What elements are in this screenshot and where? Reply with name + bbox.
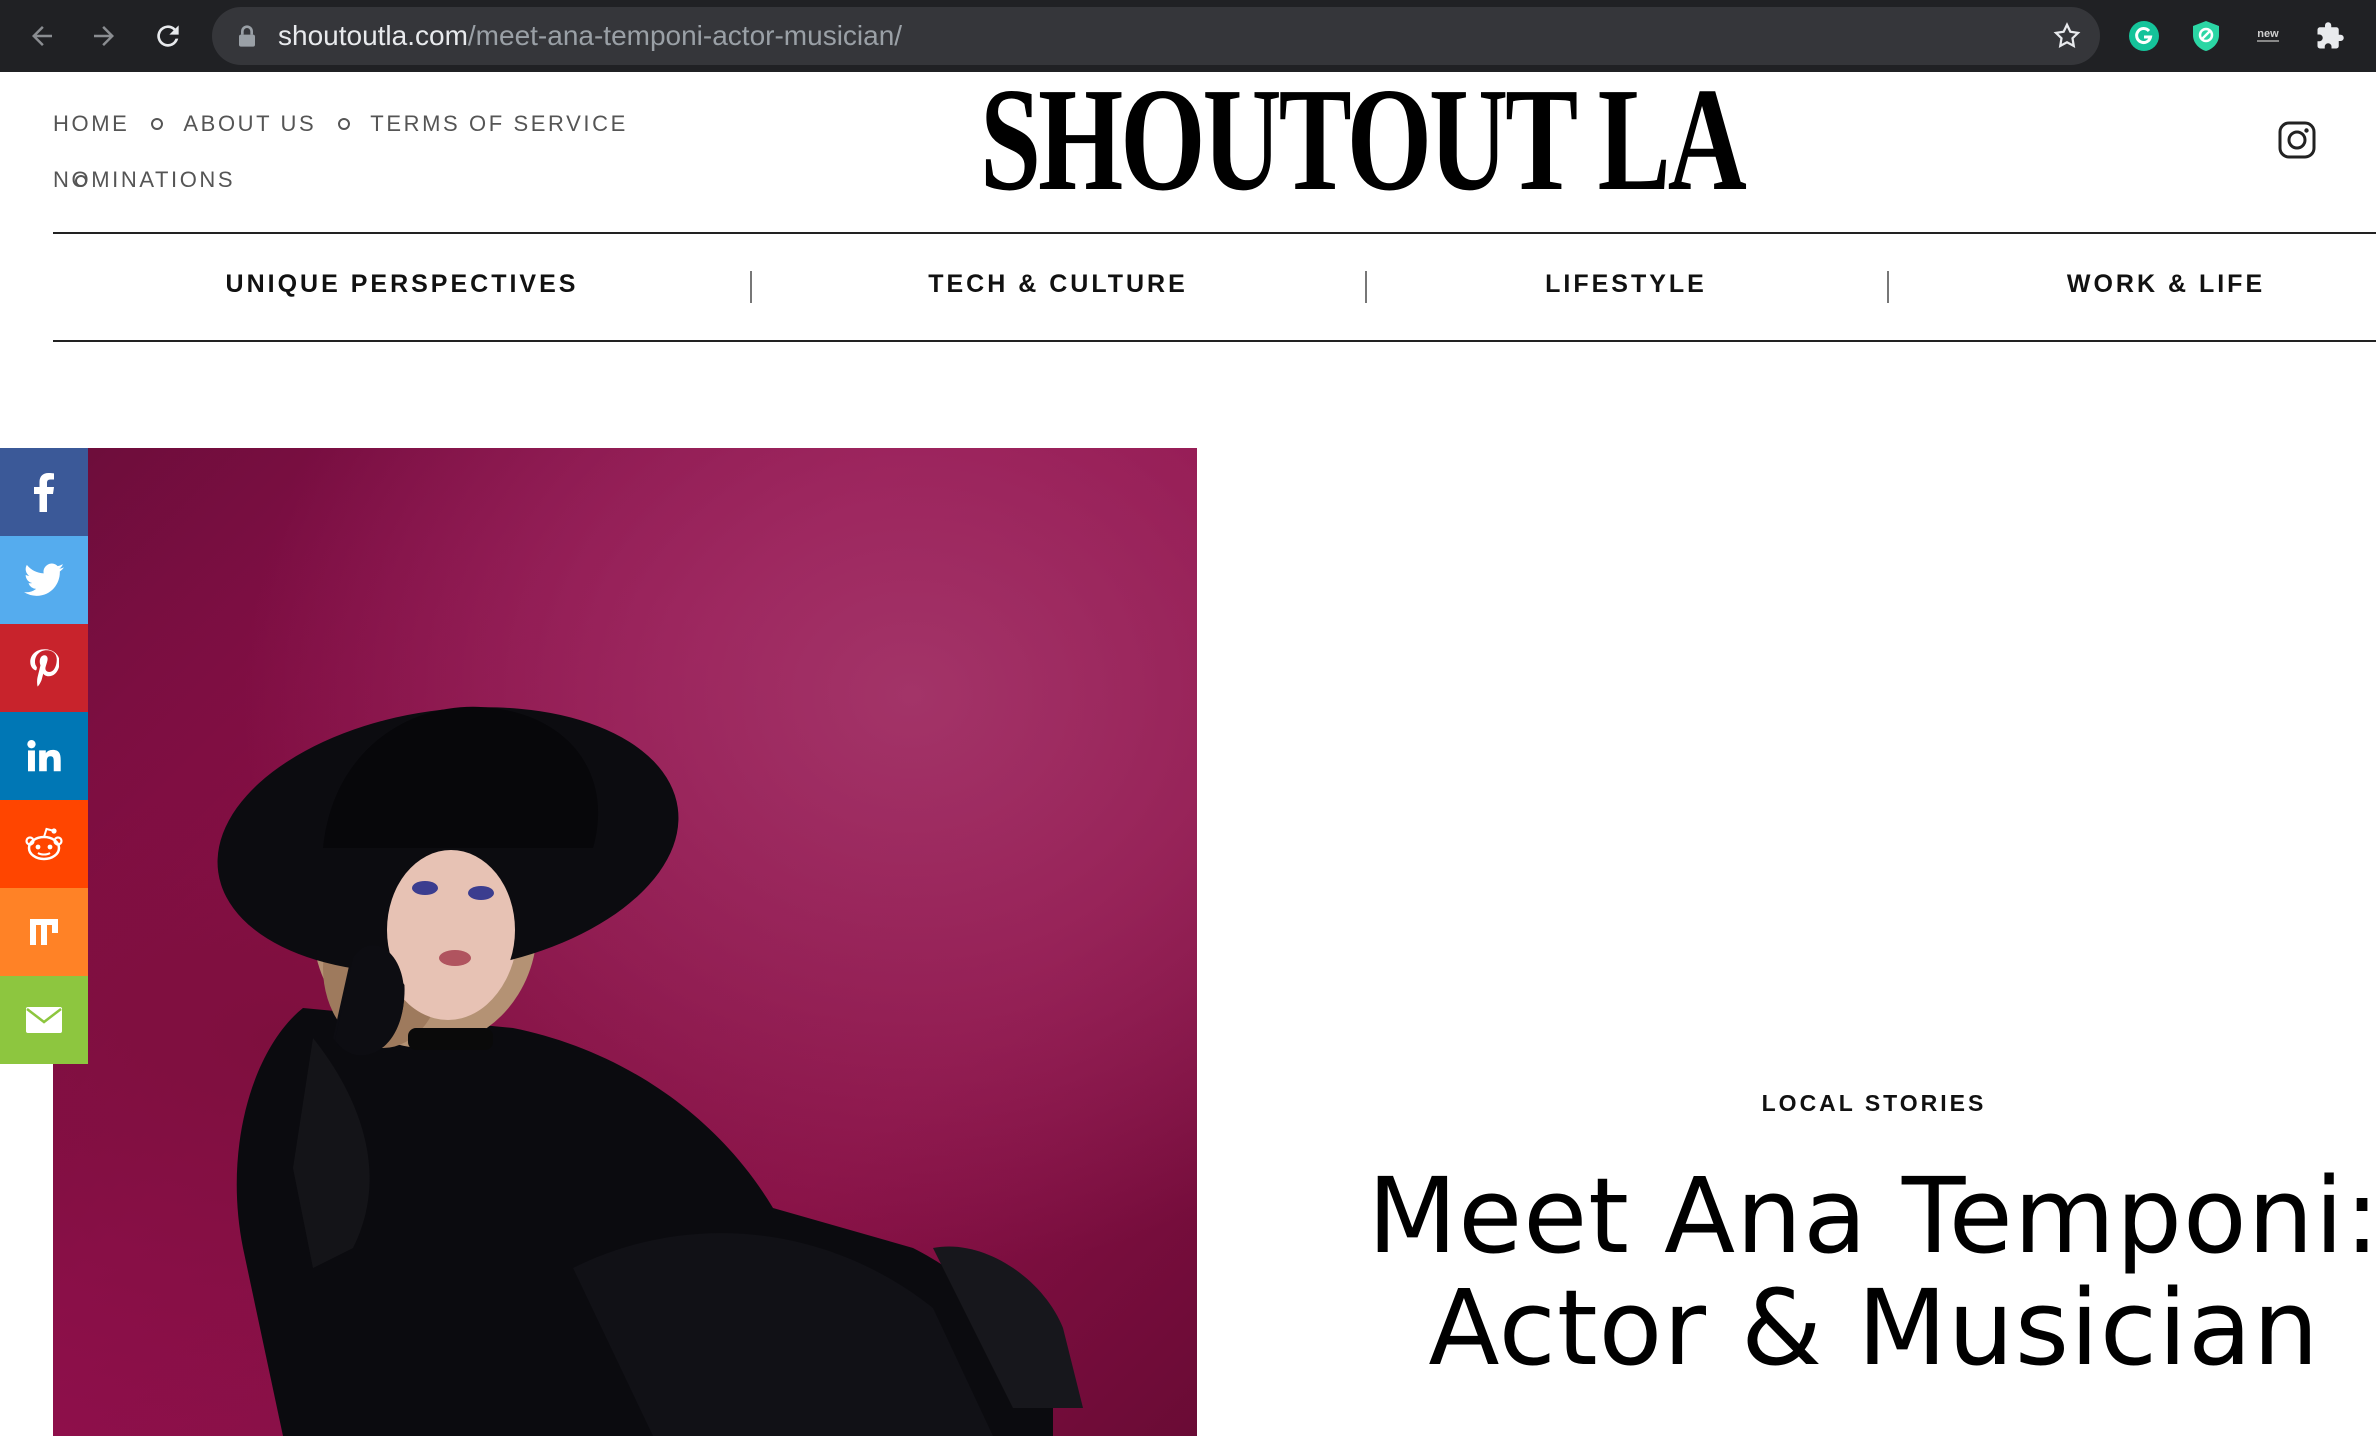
arrow-right-icon [94, 26, 114, 46]
linkedin-icon [27, 740, 61, 772]
nav-link-nominations[interactable]: NOMINATIONS [53, 152, 235, 208]
nav-link-home[interactable]: HOME [53, 96, 129, 152]
bullet-separator [151, 118, 164, 131]
category-unique-perspectives[interactable]: UNIQUE PERSPECTIVES [226, 270, 579, 299]
article-category[interactable]: LOCAL STORIES [1762, 1090, 1987, 1117]
bullet-separator [338, 118, 351, 131]
svg-text:new: new [2257, 28, 2279, 40]
share-linkedin-button[interactable] [0, 712, 88, 800]
category-divider [1365, 271, 1367, 303]
nav-link-about-us[interactable]: ABOUT US [183, 96, 316, 152]
portrait-illustration [217, 706, 1083, 1436]
category-lifestyle[interactable]: LIFESTYLE [1545, 270, 1707, 299]
grammarly-extension-icon[interactable] [2126, 18, 2162, 54]
share-reddit-button[interactable] [0, 800, 88, 888]
lock-icon [239, 25, 255, 47]
share-mix-button[interactable] [0, 888, 88, 976]
social-share-bar [0, 448, 88, 1064]
top-links: HOME ABOUT US TERMS OF SERVICE NOMINATIONS [53, 95, 653, 208]
forward-button[interactable] [82, 14, 126, 58]
share-twitter-button[interactable] [0, 536, 88, 624]
reload-button[interactable] [146, 14, 190, 58]
header-rule-bottom [53, 340, 2376, 342]
twitter-icon [24, 563, 64, 596]
category-divider [750, 271, 752, 303]
extensions-puzzle-icon[interactable] [2312, 18, 2348, 54]
hero-image [53, 448, 1197, 1436]
article-title-line-1: Meet Ana Temponi: [1367, 1155, 2376, 1277]
back-button[interactable] [20, 14, 64, 58]
article-title: Meet Ana Temponi: Actor & Musician [1367, 1160, 2376, 1384]
address-bar[interactable]: shoutoutla.com/meet-ana-temponi-actor-mu… [212, 7, 2100, 65]
url-path: /meet-ana-temponi-actor-musician/ [467, 20, 903, 51]
reload-icon [157, 25, 179, 47]
nav-link-terms-of-service[interactable]: TERMS OF SERVICE [370, 96, 628, 152]
share-pinterest-button[interactable] [0, 624, 88, 712]
shield-extension-icon[interactable] [2188, 18, 2224, 54]
mix-icon [30, 919, 58, 945]
category-divider [1887, 271, 1889, 303]
email-icon [26, 1007, 62, 1033]
site-logo[interactable]: SHOUTOUT LA [980, 66, 1747, 214]
reddit-icon [25, 827, 63, 861]
facebook-icon [34, 473, 54, 512]
new-tab-extension-icon[interactable]: new [2250, 18, 2286, 54]
share-facebook-button[interactable] [0, 448, 88, 536]
arrow-left-icon [32, 26, 52, 46]
share-email-button[interactable] [0, 976, 88, 1064]
instagram-icon[interactable] [2277, 120, 2317, 160]
category-tech-culture[interactable]: TECH & CULTURE [928, 270, 1188, 299]
pinterest-icon [30, 649, 59, 687]
url-text: shoutoutla.com/meet-ana-temponi-actor-mu… [278, 7, 902, 65]
url-host: shoutoutla.com [278, 20, 468, 51]
bookmark-star-icon[interactable] [2052, 21, 2082, 51]
category-work-life[interactable]: WORK & LIFE [2067, 270, 2265, 299]
article-title-line-2: Actor & Musician [1428, 1267, 2320, 1389]
header-rule-top [53, 232, 2376, 234]
